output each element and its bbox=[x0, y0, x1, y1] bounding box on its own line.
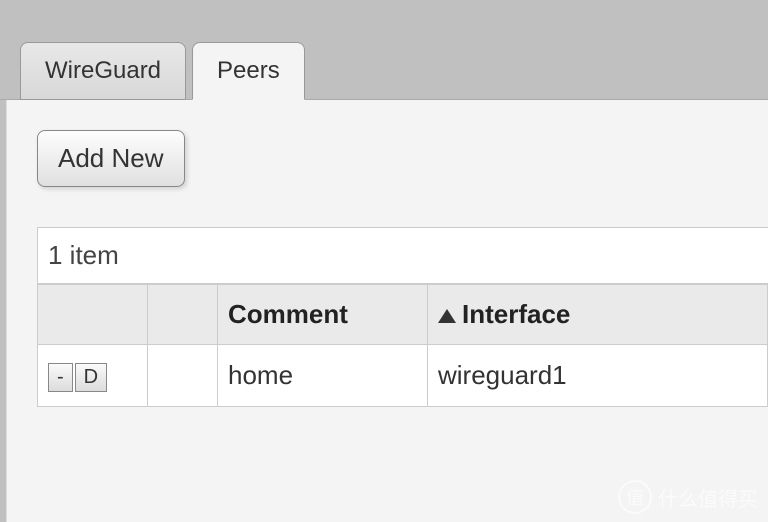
remove-button[interactable]: - bbox=[48, 363, 73, 392]
peers-table: Comment Interface -D home wireguard1 bbox=[37, 284, 768, 407]
column-header-interface-label: Interface bbox=[462, 299, 570, 329]
row-comment-cell: home bbox=[218, 345, 428, 407]
row-interface-cell: wireguard1 bbox=[428, 345, 768, 407]
row-actions-cell: -D bbox=[38, 345, 148, 407]
disable-button[interactable]: D bbox=[75, 363, 107, 392]
item-count-label: 1 item bbox=[37, 227, 768, 284]
content-panel: Add New 1 item Comment Interface bbox=[6, 100, 768, 522]
add-new-button[interactable]: Add New bbox=[37, 130, 185, 187]
column-header-actions[interactable] bbox=[38, 285, 148, 345]
tab-peers[interactable]: Peers bbox=[192, 42, 305, 100]
table-row[interactable]: -D home wireguard1 bbox=[38, 345, 768, 407]
tab-bar: WireGuard Peers bbox=[0, 0, 768, 100]
column-header-flags[interactable] bbox=[148, 285, 218, 345]
row-flags-cell bbox=[148, 345, 218, 407]
sort-asc-icon bbox=[438, 309, 456, 323]
column-header-interface[interactable]: Interface bbox=[428, 285, 768, 345]
column-header-comment[interactable]: Comment bbox=[218, 285, 428, 345]
tab-wireguard[interactable]: WireGuard bbox=[20, 42, 186, 100]
